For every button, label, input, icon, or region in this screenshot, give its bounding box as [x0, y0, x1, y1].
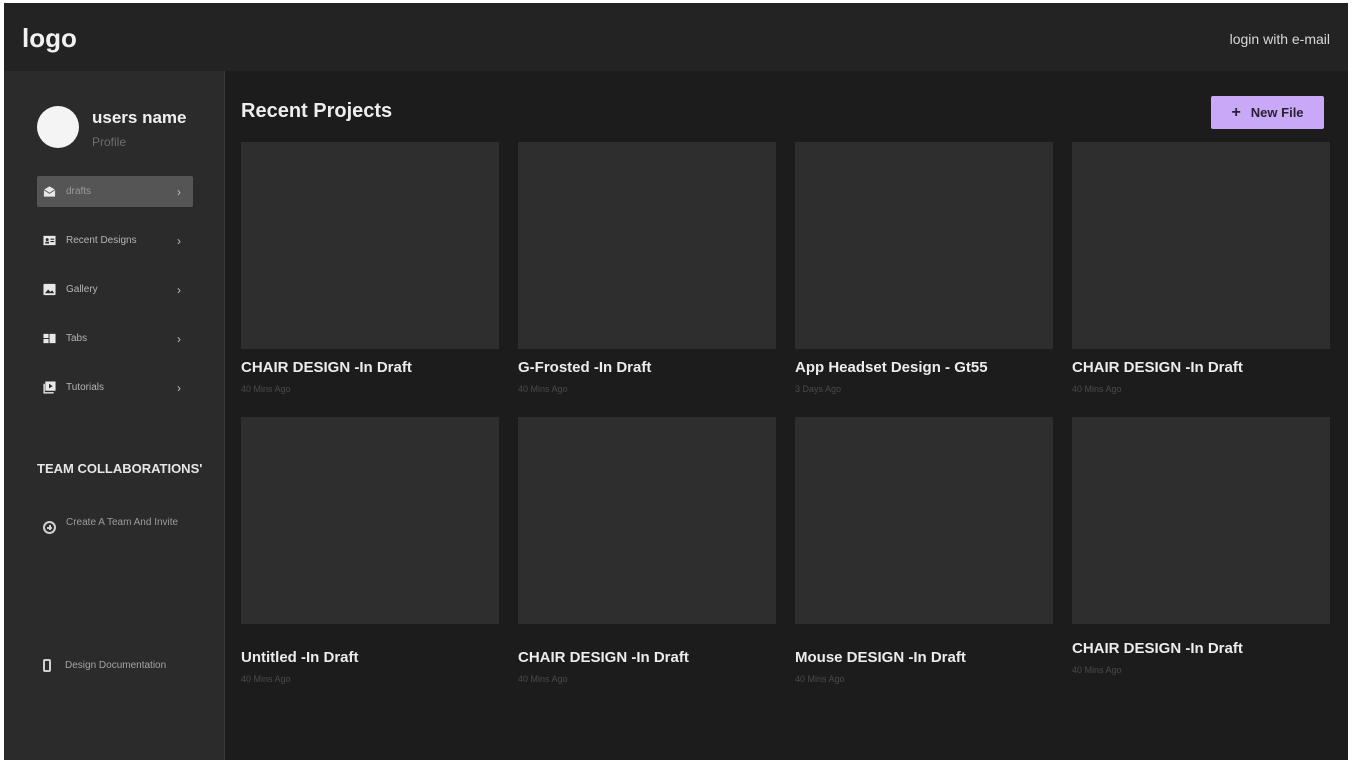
project-card[interactable]: Mouse DESIGN -In Draft 40 Mins Ago	[795, 417, 1053, 684]
phone-icon	[43, 659, 51, 672]
project-card[interactable]: CHAIR DESIGN -In Draft 40 Mins Ago	[1072, 142, 1330, 394]
team-collaborations-heading: TEAM COLLABORATIONS'	[37, 461, 203, 476]
video-icon	[43, 381, 56, 394]
chevron-right-icon: ›	[177, 282, 181, 297]
project-timestamp: 40 Mins Ago	[1072, 665, 1122, 675]
project-title: App Headset Design - Gt55	[795, 359, 988, 376]
project-thumbnail[interactable]	[795, 417, 1053, 624]
project-timestamp: 40 Mins Ago	[241, 384, 291, 394]
project-card[interactable]: Untitled -In Draft 40 Mins Ago	[241, 417, 499, 684]
tabs-icon	[43, 333, 56, 344]
sidebar-item-label: Tutorials	[66, 382, 104, 393]
add-circle-icon	[43, 521, 56, 534]
top-bar: logo login with e-mail	[4, 3, 1348, 71]
project-timestamp: 40 Mins Ago	[518, 384, 568, 394]
chevron-right-icon: ›	[177, 380, 181, 395]
project-timestamp: 40 Mins Ago	[518, 674, 568, 684]
mail-icon	[43, 186, 56, 197]
create-team-button[interactable]: Create A Team And Invite	[43, 515, 193, 534]
sidebar-item-label: drafts	[66, 186, 92, 197]
project-thumbnail[interactable]	[1072, 142, 1330, 349]
new-file-button[interactable]: + New File	[1211, 96, 1324, 129]
project-thumbnail[interactable]	[241, 142, 499, 349]
project-thumbnail[interactable]	[1072, 417, 1330, 624]
project-title: Mouse DESIGN -In Draft	[795, 649, 966, 666]
design-documentation-link[interactable]: Design Documentation	[43, 659, 166, 672]
project-title: CHAIR DESIGN -In Draft	[518, 649, 689, 666]
logo[interactable]: logo	[22, 23, 77, 54]
project-title: CHAIR DESIGN -In Draft	[241, 359, 412, 376]
project-thumbnail[interactable]	[518, 417, 776, 624]
login-link[interactable]: login with e-mail	[1230, 31, 1330, 47]
project-card[interactable]: App Headset Design - Gt55 3 Days Ago	[795, 142, 1053, 394]
project-thumbnail[interactable]	[795, 142, 1053, 349]
user-name: users name	[92, 108, 187, 127]
chevron-right-icon: ›	[177, 331, 181, 346]
project-timestamp: 3 Days Ago	[795, 384, 842, 394]
contact-card-icon	[43, 235, 56, 246]
project-timestamp: 40 Mins Ago	[1072, 384, 1122, 394]
avatar[interactable]	[37, 106, 79, 148]
project-timestamp: 40 Mins Ago	[241, 674, 291, 684]
project-thumbnail[interactable]	[241, 417, 499, 624]
new-file-label: New File	[1250, 105, 1304, 120]
project-title: G-Frosted -In Draft	[518, 359, 652, 376]
project-card[interactable]: CHAIR DESIGN -In Draft 40 Mins Ago	[1072, 417, 1330, 675]
sidebar-item-tabs[interactable]: Tabs ›	[37, 323, 193, 354]
sidebar-item-label: Recent Designs	[66, 235, 137, 246]
image-icon	[43, 283, 56, 296]
sidebar-item-label: Gallery	[66, 284, 98, 295]
project-thumbnail[interactable]	[518, 142, 776, 349]
chevron-right-icon: ›	[177, 233, 181, 248]
sidebar-item-tutorials[interactable]: Tutorials ›	[37, 372, 193, 403]
project-title: Untitled -In Draft	[241, 649, 359, 666]
create-team-label: Create A Team And Invite	[66, 517, 179, 528]
sidebar-item-drafts[interactable]: drafts ›	[37, 176, 193, 207]
project-title: CHAIR DESIGN -In Draft	[1072, 359, 1243, 376]
app-window: logo login with e-mail users name Profil…	[4, 3, 1348, 760]
project-card[interactable]: G-Frosted -In Draft 40 Mins Ago	[518, 142, 776, 394]
page-title: Recent Projects	[241, 100, 393, 122]
plus-icon: +	[1231, 103, 1241, 121]
sidebar: users name Profile drafts › Recent Desig…	[4, 71, 225, 760]
project-card[interactable]: CHAIR DESIGN -In Draft 40 Mins Ago	[241, 142, 499, 394]
project-title: CHAIR DESIGN -In Draft	[1072, 640, 1243, 657]
sidebar-item-recent-designs[interactable]: Recent Designs ›	[37, 225, 193, 256]
sidebar-item-gallery[interactable]: Gallery ›	[37, 274, 193, 305]
project-timestamp: 40 Mins Ago	[795, 674, 845, 684]
sidebar-item-label: Tabs	[66, 333, 88, 344]
project-card[interactable]: CHAIR DESIGN -In Draft 40 Mins Ago	[518, 417, 776, 684]
profile-link[interactable]: Profile	[92, 135, 126, 149]
design-documentation-label: Design Documentation	[65, 660, 167, 671]
chevron-right-icon: ›	[177, 184, 181, 199]
